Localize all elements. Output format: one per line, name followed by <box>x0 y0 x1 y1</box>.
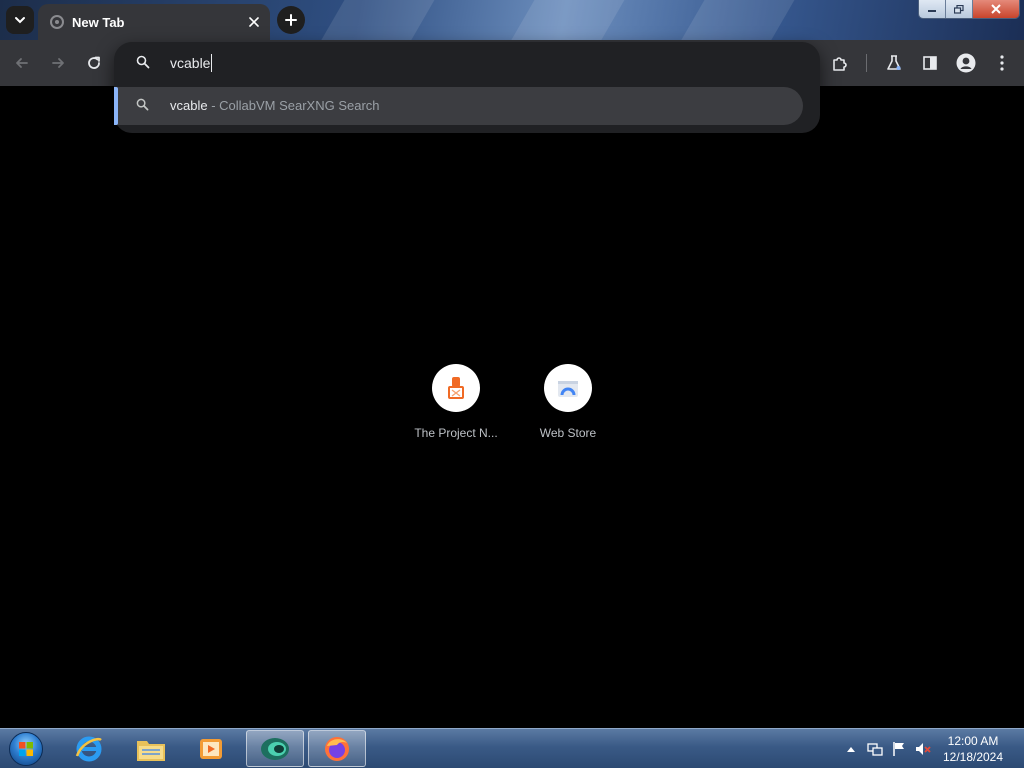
address-bar-input[interactable] <box>170 52 770 74</box>
new-tab-button[interactable] <box>277 6 305 34</box>
browser-app-icon <box>261 737 289 760</box>
toolbar-separator <box>866 54 867 72</box>
shortcut-tile[interactable]: Web Store <box>512 362 624 440</box>
chevron-down-icon <box>15 17 25 24</box>
search-icon <box>136 55 150 69</box>
firefox-icon <box>325 736 349 761</box>
clock-date: 12/18/2024 <box>942 750 1004 764</box>
chevron-up-icon <box>847 747 855 752</box>
shortcut-tile[interactable]: The Project N... <box>400 362 512 440</box>
wallpaper-streak <box>494 0 636 40</box>
windows-logo-icon <box>9 732 43 766</box>
shortcut-label: The Project N... <box>414 426 498 440</box>
window-controls <box>918 0 1020 19</box>
tab-new-tab[interactable]: New Tab <box>38 4 270 40</box>
back-button[interactable] <box>8 49 36 77</box>
forward-button[interactable] <box>44 49 72 77</box>
restore-button[interactable] <box>946 0 973 18</box>
suggestion-query: vcable <box>170 98 208 113</box>
clock-time: 12:00 AM <box>947 734 999 748</box>
profile-button[interactable] <box>952 49 980 77</box>
omnibox: vcable - CollabVM SearXNG Search <box>114 42 820 133</box>
shortcut-label: Web Store <box>539 426 597 440</box>
suggestion-selected-indicator <box>114 87 118 125</box>
volume-tray-icon[interactable] <box>915 741 931 757</box>
media-player-icon <box>200 738 222 759</box>
network-icon <box>867 743 883 756</box>
tab-search-button[interactable] <box>6 6 34 34</box>
tab-close-button[interactable] <box>242 10 266 34</box>
taskbar-media-player[interactable] <box>182 730 240 767</box>
volume-muted-icon <box>916 743 931 755</box>
plus-icon <box>285 14 297 26</box>
flask-icon <box>887 55 901 70</box>
puzzle-icon <box>833 57 847 71</box>
shortcut-icon-circle <box>544 364 592 412</box>
search-icon <box>136 98 149 111</box>
text-caret <box>211 54 213 72</box>
arrow-left-icon <box>16 58 28 68</box>
folder-icon <box>137 740 165 761</box>
side-panel-button[interactable] <box>916 49 944 77</box>
tab-title: New Tab <box>72 14 125 30</box>
close-icon <box>991 4 1001 14</box>
minimize-button[interactable] <box>919 0 946 18</box>
kebab-menu-icon <box>1000 55 1004 71</box>
browser-titlebar: New Tab <box>0 0 1024 40</box>
taskbar-firefox[interactable] <box>308 730 366 767</box>
wallpaper-streak <box>664 0 806 40</box>
side-panel-icon <box>923 56 937 70</box>
profile-icon <box>956 53 976 73</box>
restore-icon <box>954 4 964 14</box>
omnibox-suggestion[interactable]: vcable - CollabVM SearXNG Search <box>114 87 803 125</box>
reload-button[interactable] <box>80 49 108 77</box>
project-nayuki-icon <box>448 377 464 399</box>
show-hidden-icons-button[interactable] <box>843 741 859 757</box>
reload-icon <box>88 56 100 69</box>
flag-icon <box>893 742 904 756</box>
start-button[interactable] <box>6 731 46 767</box>
minimize-icon <box>928 10 936 12</box>
arrow-right-icon <box>52 58 64 68</box>
menu-button[interactable] <box>988 49 1016 77</box>
action-center-tray-icon[interactable] <box>891 741 907 757</box>
internet-explorer-icon <box>75 736 102 761</box>
windows-taskbar: 12:00 AM 12/18/2024 <box>0 728 1024 768</box>
wallpaper-streak <box>304 0 446 40</box>
globe-icon <box>50 15 64 29</box>
window-close-button[interactable] <box>973 0 1019 18</box>
taskbar-file-explorer[interactable] <box>122 730 180 767</box>
extensions-button[interactable] <box>826 49 854 77</box>
network-tray-icon[interactable] <box>867 741 883 757</box>
labs-button[interactable] <box>880 49 908 77</box>
suggestion-suffix: - CollabVM SearXNG Search <box>207 98 380 113</box>
taskbar-browser[interactable] <box>246 730 304 767</box>
close-icon <box>249 17 259 27</box>
taskbar-clock[interactable]: 12:00 AM 12/18/2024 <box>936 733 1010 765</box>
shortcut-icon-circle <box>432 364 480 412</box>
web-store-icon <box>558 381 578 397</box>
suggestion-text: vcable - CollabVM SearXNG Search <box>170 98 380 113</box>
taskbar-internet-explorer[interactable] <box>60 730 118 767</box>
